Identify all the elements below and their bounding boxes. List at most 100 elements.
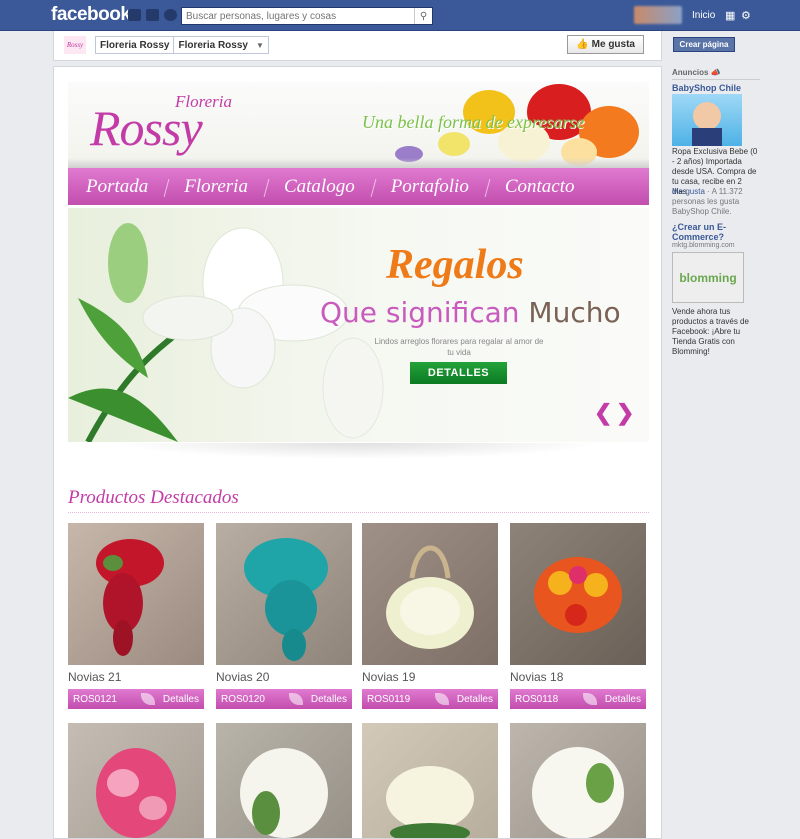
product-details-link[interactable]: Detalles (311, 694, 347, 705)
bouquet-image (96, 748, 176, 838)
brand-logo[interactable]: Rossy (90, 99, 203, 157)
product-image[interactable] (216, 723, 352, 838)
leaf-icon (140, 693, 155, 705)
search-icon[interactable]: ⚲ (414, 8, 432, 24)
page-header: Rossy Floreria Rossy Floreria Rossy ▼ 👍 … (53, 31, 662, 61)
product-details-link[interactable]: Detalles (457, 694, 493, 705)
hero-slider: Regalos Que significan Mucho Lindos arre… (68, 208, 649, 442)
product-bar[interactable]: ROS0118 Detalles (510, 689, 646, 709)
grass-decoration (68, 158, 649, 168)
slide-title: Regalos (386, 242, 524, 288)
product-code: ROS0121 (73, 693, 117, 705)
nav-item-portada[interactable]: Portada (68, 176, 166, 198)
page-selector[interactable]: Floreria Rossy Floreria Rossy ▼ (95, 36, 269, 54)
facebook-logo[interactable]: facebook (51, 4, 131, 26)
baby-image (692, 102, 722, 146)
nav-item-catalogo[interactable]: Catalogo (266, 176, 373, 198)
product-image[interactable] (510, 523, 646, 665)
product-card[interactable] (362, 723, 498, 838)
bouquet-image (96, 539, 164, 656)
search-box: ⚲ (181, 7, 433, 25)
app-canvas: Floreria Rossy Una bella forma de expres… (53, 66, 662, 839)
ads-heading-label: Anuncios (672, 68, 709, 77)
bouquet-image (244, 538, 328, 661)
chevron-right-icon[interactable]: ❯ (616, 402, 634, 424)
like-button[interactable]: 👍 Me gusta (567, 35, 644, 54)
product-card[interactable] (510, 723, 646, 838)
ad-image[interactable] (672, 94, 742, 146)
friend-requests-icon[interactable] (128, 9, 141, 21)
create-page-button[interactable]: Crear página (673, 37, 735, 52)
like-button-label: Me gusta (591, 39, 635, 50)
product-details-link[interactable]: Detalles (605, 694, 641, 705)
product-bar[interactable]: ROS0121 Detalles (68, 689, 204, 709)
slide-subtitle-part2: Mucho (528, 296, 621, 329)
leaf-icon (434, 693, 449, 705)
product-card[interactable]: Novias 20 ROS0120 Detalles (216, 523, 352, 709)
ad-text: Vende ahora tus productos a través de Fa… (672, 307, 749, 356)
chevron-left-icon[interactable]: ❮ (594, 402, 612, 424)
product-code: ROS0119 (367, 693, 411, 705)
slide-subtitle-part1: Que significan (320, 296, 520, 329)
product-card[interactable] (68, 723, 204, 838)
product-image[interactable] (68, 723, 204, 838)
ads-heading: Anuncios 📣 (672, 68, 760, 80)
tab-selector[interactable]: Floreria Rossy (174, 40, 251, 51)
chevron-down-icon[interactable]: ▼ (252, 41, 268, 50)
facebook-top-bar: facebook ⚲ Inicio ▦ ⚙ (0, 0, 800, 31)
bouquet-image (386, 766, 474, 838)
blomming-logo: blomming (679, 270, 737, 285)
nav-item-floreria[interactable]: Floreria (166, 176, 266, 198)
home-link[interactable]: Inicio (692, 10, 715, 21)
leaf-icon (288, 693, 303, 705)
megaphone-icon: 📣 (710, 68, 721, 77)
product-card[interactable]: Novias 19 ROS0119 Detalles (362, 523, 498, 709)
ad-image[interactable]: blomming (672, 252, 744, 303)
search-input[interactable] (182, 8, 412, 24)
slide-subtitle: Que significan Mucho (320, 296, 621, 329)
ad-title[interactable]: ¿Crear un E-Commerce? (672, 222, 757, 242)
bouquet-image (240, 748, 328, 838)
privacy-icon[interactable]: ▦ (725, 9, 735, 22)
notifications-icon[interactable] (164, 9, 177, 21)
product-card[interactable]: Novias 21 ROS0121 Detalles (68, 523, 204, 709)
product-image[interactable] (362, 723, 498, 838)
thumbs-up-icon: 👍 (576, 39, 589, 50)
bouquet-image (534, 557, 622, 633)
gear-icon[interactable]: ⚙ (741, 9, 751, 22)
avatar[interactable] (634, 6, 682, 24)
like-link[interactable]: Me gusta (672, 187, 705, 196)
product-name: Novias 20 (216, 670, 270, 684)
product-image[interactable] (216, 523, 352, 665)
product-details-link[interactable]: Detalles (163, 694, 199, 705)
messages-icon[interactable] (146, 9, 159, 21)
section-divider (68, 509, 649, 513)
product-bar[interactable]: ROS0120 Detalles (216, 689, 352, 709)
slide-description: Lindos arreglos florares para regalar al… (374, 337, 544, 357)
nav-item-contacto[interactable]: Contacto (487, 176, 593, 198)
product-bar[interactable]: ROS0119 Detalles (362, 689, 498, 709)
product-code: ROS0118 (515, 693, 559, 705)
ad-like-line: Me gusta · A 11.372 personas les gusta B… (672, 187, 758, 217)
slider-shadow (114, 443, 604, 459)
nav-item-portafolio[interactable]: Portafolio (373, 176, 487, 198)
product-name: Novias 18 (510, 670, 564, 684)
page-thumbnail[interactable]: Rossy (64, 36, 86, 54)
ad-title[interactable]: BabyShop Chile (672, 83, 757, 93)
site-nav: Portada Floreria Catalogo Portafolio Con… (68, 168, 649, 205)
product-image[interactable] (68, 523, 204, 665)
leaf-icon (582, 693, 597, 705)
jewels (128, 9, 177, 21)
page-name[interactable]: Floreria Rossy (96, 40, 173, 51)
product-name: Novias 19 (362, 670, 416, 684)
tagline: Una bella forma de expresarse (362, 112, 585, 132)
product-card[interactable]: Novias 18 ROS0118 Detalles (510, 523, 646, 709)
product-name: Novias 21 (68, 670, 122, 684)
product-code: ROS0120 (221, 693, 265, 705)
section-title: Productos Destacados (68, 487, 239, 508)
details-button[interactable]: DETALLES (410, 362, 507, 384)
product-image[interactable] (362, 523, 498, 665)
product-image[interactable] (510, 723, 646, 838)
product-card[interactable] (216, 723, 352, 838)
ad-url: mktg.blomming.com (672, 242, 735, 249)
